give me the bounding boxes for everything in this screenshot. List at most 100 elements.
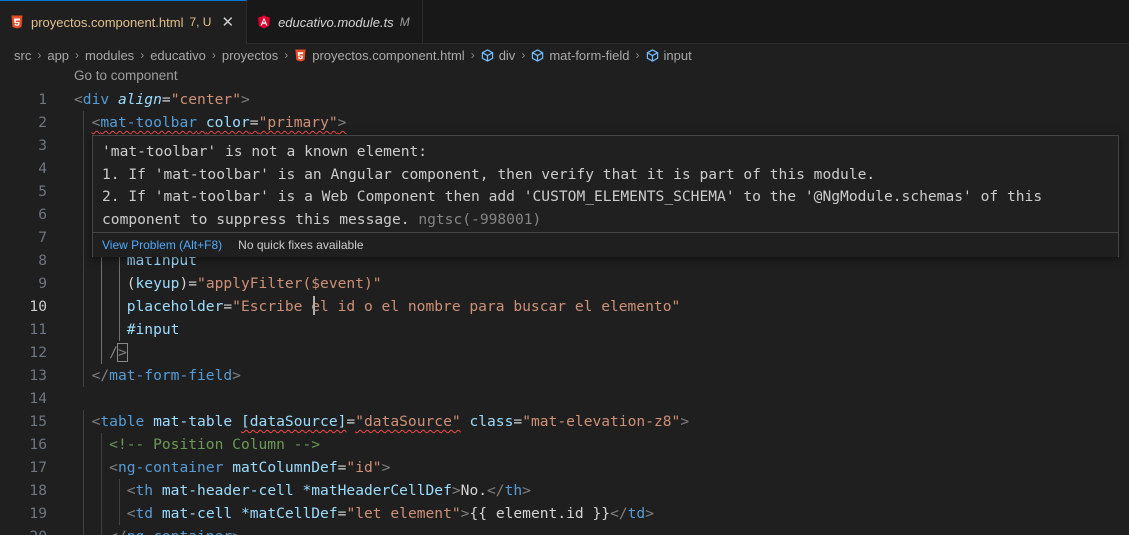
breadcrumb-item-proyectos[interactable]: proyectos <box>222 48 278 63</box>
code-token: > <box>381 459 391 476</box>
diagnostic-code: ngtsc(-998001) <box>418 210 542 228</box>
code-token: "center" <box>170 91 241 108</box>
code-token: > <box>522 482 531 499</box>
code-token: *matHeaderCellDef <box>302 482 452 499</box>
tab-status-badge: M <box>399 15 410 29</box>
code-line[interactable]: 14 <box>0 387 1129 410</box>
breadcrumb-item-src[interactable]: src <box>14 48 31 63</box>
code-line[interactable]: 9 (keyup)="applyFilter($event)" <box>0 272 1129 295</box>
code-token: "primary" <box>258 114 338 131</box>
code-token: class <box>469 413 514 430</box>
code-line[interactable]: 16 <!-- Position Column --> <box>0 433 1129 456</box>
breadcrumb-item-mat-form-field[interactable]: mat-form-field <box>531 48 630 63</box>
code-line[interactable]: 18 <th mat-header-cell *matHeaderCellDef… <box>0 479 1129 502</box>
code-line[interactable]: 17 <ng-container matColumnDef="id"> <box>0 456 1129 479</box>
code-token: td <box>627 505 646 522</box>
code-token: *matCellDef <box>240 505 338 522</box>
breadcrumb-item-modules[interactable]: modules <box>85 48 134 63</box>
code-token: = <box>513 413 523 430</box>
line-number: 9 <box>38 275 47 292</box>
line-number: 18 <box>29 482 47 499</box>
error-hover-popup: 'mat-toolbar' is not a known element: 1.… <box>92 135 1119 257</box>
breadcrumb-item-input[interactable]: input <box>646 48 692 63</box>
code-token: </ <box>610 505 628 522</box>
text-cursor <box>313 296 315 315</box>
code-line[interactable]: 2 <mat-toolbar color="primary"> <box>0 111 1129 134</box>
line-number: 1 <box>38 91 47 108</box>
code-line[interactable]: 10 placeholder="Escribe el id o el nombr… <box>0 295 1129 318</box>
tab-educativo-module-ts[interactable]: educativo.module.ts M <box>247 0 423 44</box>
code-token: < <box>126 482 136 499</box>
hover-line-3: 2. If 'mat-toolbar' is a Web Component t… <box>102 188 1043 205</box>
breadcrumb-item-file[interactable]: proyectos.component.html <box>294 47 465 63</box>
code-token: > <box>232 528 241 535</box>
view-problem-link[interactable]: View Problem (Alt+F8) <box>102 238 222 252</box>
hover-message: 'mat-toolbar' is not a known element: 1.… <box>102 141 1042 231</box>
code-token: < <box>74 91 83 108</box>
code-token: )= <box>179 275 198 292</box>
code-text: <td mat-cell *matCellDef="let element">{… <box>74 502 654 525</box>
code-token: > <box>337 114 347 131</box>
chevron-right-icon: › <box>635 48 640 62</box>
chevron-right-icon: › <box>284 48 289 62</box>
code-token: #input <box>126 321 180 338</box>
line-number: 16 <box>29 436 47 453</box>
chevron-right-icon: › <box>140 48 145 62</box>
breadcrumb-item-educativo[interactable]: educativo <box>150 48 206 63</box>
code-token: th <box>135 482 154 499</box>
code-token: > <box>451 482 461 499</box>
breadcrumb-item-app[interactable]: app <box>47 48 69 63</box>
symbol-element-icon <box>531 48 544 62</box>
code-line[interactable]: 13 </mat-form-field> <box>0 364 1129 387</box>
line-number: 3 <box>38 137 47 154</box>
breadcrumb-label: div <box>498 47 516 63</box>
line-number: 10 <box>29 298 47 315</box>
code-token: "id" <box>346 459 382 476</box>
tab-label: proyectos.component.html <box>31 14 184 30</box>
line-number: 15 <box>29 413 47 430</box>
code-token: = <box>161 91 171 108</box>
breadcrumb-item-div[interactable]: div <box>481 47 516 63</box>
code-text: </mat-form-field> <box>74 364 241 387</box>
line-number: 7 <box>38 229 47 246</box>
code-token: [dataSource] <box>240 413 347 430</box>
line-number: 4 <box>38 160 47 177</box>
code-token: align <box>117 91 162 108</box>
code-text: <th mat-header-cell *matHeaderCellDef>No… <box>74 479 531 502</box>
symbol-element-icon <box>646 48 659 62</box>
close-icon[interactable]: ✕ <box>221 13 234 31</box>
code-line[interactable]: 19 <td mat-cell *matCellDef="let element… <box>0 502 1129 525</box>
tab-proyectos-component-html[interactable]: proyectos.component.html 7, U ✕ <box>0 0 248 44</box>
line-number: 14 <box>29 390 47 407</box>
hover-line-1: 'mat-toolbar' is not a known element: <box>102 143 428 160</box>
code-line[interactable]: 12 /> <box>0 341 1129 364</box>
code-line[interactable]: 1 <div align="center"> <box>0 88 1129 111</box>
breadcrumb-label: proyectos.component.html <box>312 47 465 63</box>
code-token: th <box>504 482 523 499</box>
code-token: mat-toolbar <box>100 114 198 131</box>
code-token: matColumnDef <box>232 459 338 476</box>
vscode-editor-window: proyectos.component.html 7, U ✕ educativ… <box>0 0 1129 535</box>
code-token: </ <box>91 367 110 384</box>
code-line[interactable]: 20 </ng-container> <box>0 525 1129 535</box>
code-line[interactable]: 15 <table mat-table [dataSource]="dataSo… <box>0 410 1129 433</box>
code-token: table <box>100 413 145 430</box>
code-token: = <box>346 413 356 430</box>
code-text: <!-- Position Column --> <box>74 433 320 456</box>
code-token: / <box>109 344 118 361</box>
code-text: (keyup)="applyFilter($event)" <box>74 272 382 295</box>
go-to-component-codelens[interactable]: Go to component <box>74 68 178 83</box>
line-number: 11 <box>29 321 47 338</box>
code-line[interactable]: 11 #input <box>0 318 1129 341</box>
code-token: mat-cell <box>161 505 233 522</box>
